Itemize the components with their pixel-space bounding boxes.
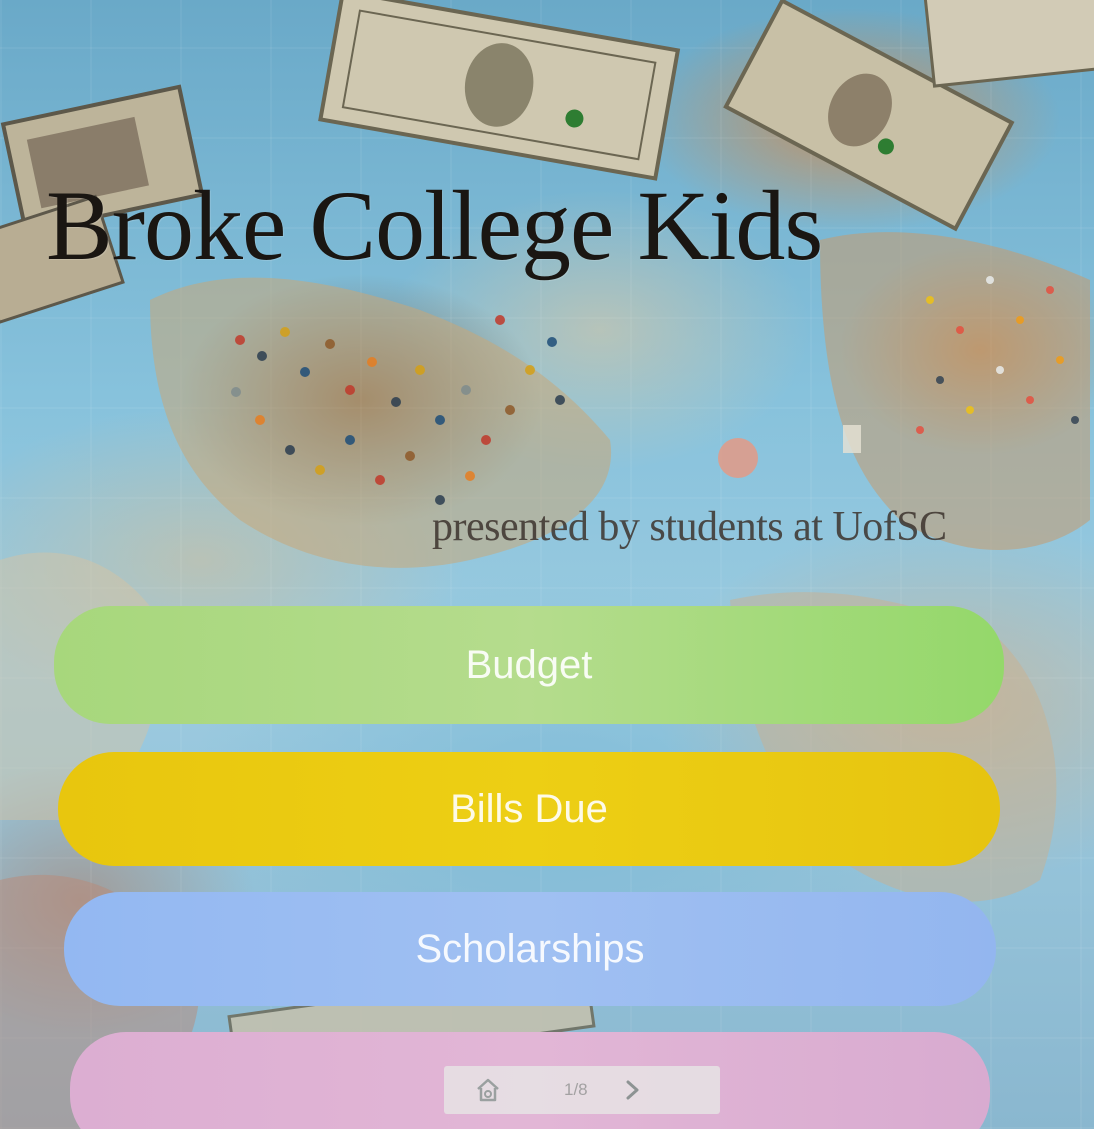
app-subtitle: presented by students at UofSC [432,504,947,550]
chevron-right-icon[interactable] [620,1076,646,1104]
app-screen: Broke College Kids presented by students… [0,0,1094,1129]
page-indicator: 1/8 [564,1080,588,1099]
budget-button[interactable]: Budget [54,606,1004,724]
home-icon[interactable] [474,1076,502,1104]
page-navigator: 1/8 [444,1066,720,1114]
bills-due-button[interactable]: Bills Due [58,752,1000,866]
app-title: Broke College Kids [46,170,823,281]
scholarships-button[interactable]: Scholarships [64,892,996,1006]
